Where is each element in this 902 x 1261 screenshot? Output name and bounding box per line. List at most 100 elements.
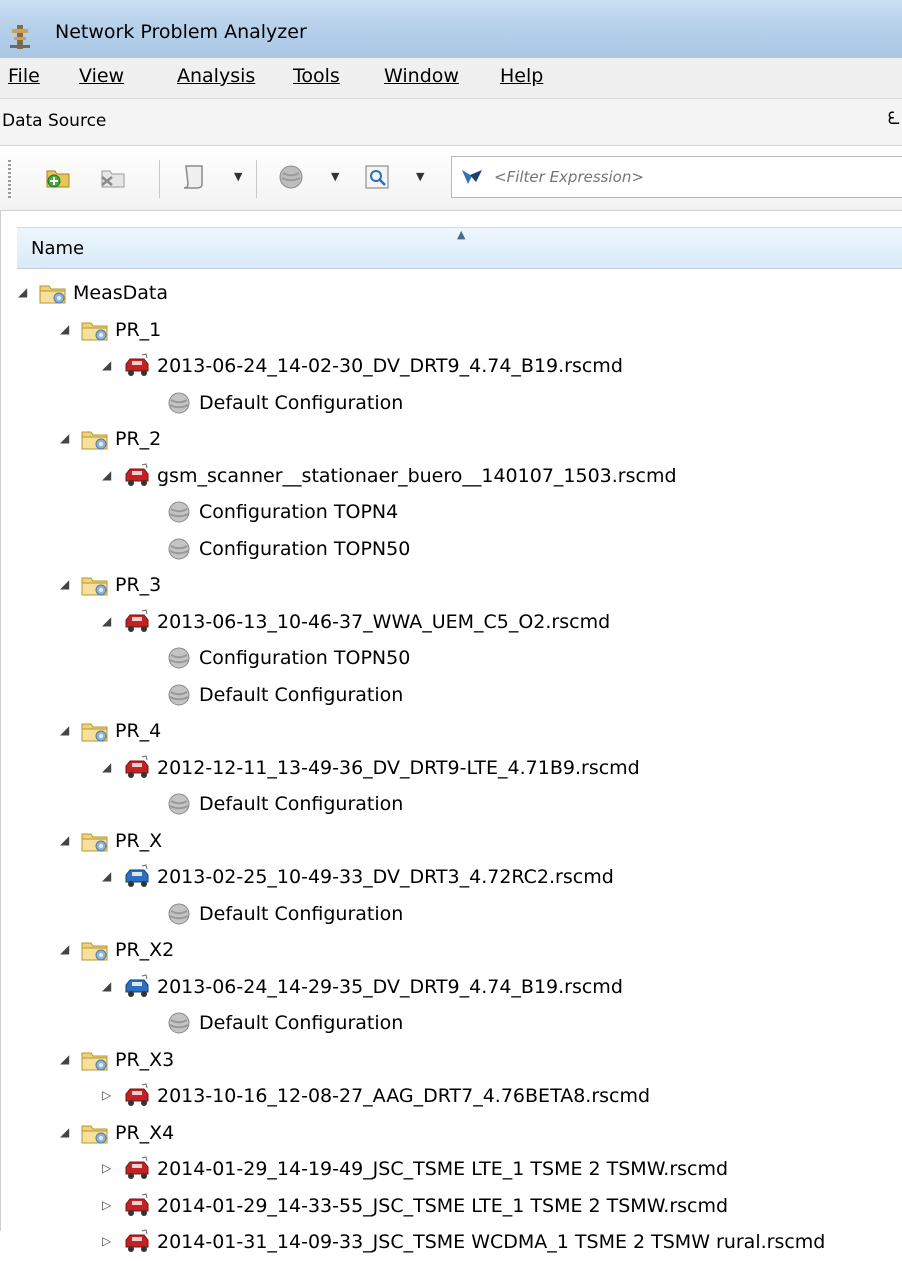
configuration-icon xyxy=(164,1010,194,1038)
tree-row[interactable]: Default Configuration xyxy=(1,386,902,422)
app-icon xyxy=(8,23,32,55)
tree-row[interactable]: ◢ 2013-06-24_14-02-30_DV_DRT9_4.74_B19.rs… xyxy=(1,349,902,385)
expand-arrow-icon[interactable]: ▷ xyxy=(102,1234,111,1248)
collapse-arrow-icon[interactable]: ◢ xyxy=(60,833,69,847)
menu-analysis[interactable]: Analysis xyxy=(177,65,255,87)
menu-help-label: Help xyxy=(500,65,544,87)
tree-row[interactable]: ◢ MeasData xyxy=(1,276,902,312)
tree-row[interactable]: ◢ PR_X xyxy=(1,824,902,860)
tree-row[interactable]: Default Configuration xyxy=(1,897,902,933)
folder-icon xyxy=(80,718,110,746)
window-title: Network Problem Analyzer xyxy=(55,21,307,43)
tree-row-label: Configuration TOPN50 xyxy=(199,537,411,560)
tree-row[interactable]: ◢ PR_3 xyxy=(1,568,902,604)
tree-row-label: 2013-02-25_10-49-33_DV_DRT3_4.72RC2.rscm… xyxy=(157,866,614,888)
tree-row-label: PR_X4 xyxy=(115,1121,175,1144)
tree-row-label: MeasData xyxy=(73,282,168,304)
tree-row-label: gsm_scanner__stationaer_buero__140107_15… xyxy=(157,464,677,487)
chevron-down-icon[interactable]: ▼ xyxy=(331,170,339,183)
tree-row-label: 2014-01-29_14-19-49_JSC_TSME LTE_1 TSME … xyxy=(157,1158,729,1180)
add-folder-icon xyxy=(46,170,70,188)
tree-row[interactable]: ▷ 2013-10-16_12-08-27_AAG_DRT7_4.76BETA8.… xyxy=(1,1079,902,1115)
expand-arrow-icon[interactable]: ▷ xyxy=(102,1088,111,1102)
tree-row[interactable]: ◢ PR_1 xyxy=(1,313,902,349)
tree-row[interactable]: Default Configuration xyxy=(1,1006,902,1042)
collapse-arrow-icon[interactable]: ◢ xyxy=(60,577,69,591)
chevron-down-icon[interactable]: ▼ xyxy=(416,170,424,183)
script-button[interactable] xyxy=(179,162,209,192)
expand-arrow-icon[interactable]: ▷ xyxy=(102,1198,111,1212)
menu-help[interactable]: Help xyxy=(500,65,543,87)
configuration-icon xyxy=(164,499,194,527)
folder-icon xyxy=(38,280,68,308)
menu-tools[interactable]: Tools xyxy=(293,65,340,87)
collapse-arrow-icon[interactable]: ◢ xyxy=(102,869,111,883)
tree-row-label: Default Configuration xyxy=(199,902,404,925)
filter-expression-field[interactable] xyxy=(451,156,902,198)
toolbar: ▼ ▼ ▼ xyxy=(0,146,902,211)
tree-row-label: Default Configuration xyxy=(199,391,404,414)
collapse-arrow-icon[interactable]: ◢ xyxy=(60,942,69,956)
collapse-arrow-icon[interactable]: ◢ xyxy=(60,431,69,445)
search-view-icon xyxy=(365,165,389,189)
tree-row[interactable]: ◢ gsm_scanner__stationaer_buero__140107_1… xyxy=(1,459,902,495)
tree-row[interactable]: ◢ PR_4 xyxy=(1,714,902,750)
menu-file[interactable]: File xyxy=(8,65,40,87)
collapse-arrow-icon[interactable]: ◢ xyxy=(60,322,69,336)
tree-row[interactable]: ◢ 2013-02-25_10-49-33_DV_DRT3_4.72RC2.rsc… xyxy=(1,860,902,896)
tree-row[interactable]: ▷ 2014-01-29_14-33-55_JSC_TSME LTE_1 TSME… xyxy=(1,1189,902,1225)
collapse-arrow-icon[interactable]: ◢ xyxy=(60,1052,69,1066)
tree-row-label: 2013-06-24_14-02-30_DV_DRT9_4.74_B19.rsc… xyxy=(157,355,623,377)
measurement-car-icon xyxy=(122,973,152,1002)
folder-icon xyxy=(80,828,110,856)
tree-row-label: 2014-01-31_14-09-33_JSC_TSME WCDMA_1 TSM… xyxy=(157,1231,826,1253)
tree-row[interactable]: ◢ 2013-06-13_10-46-37_WWA_UEM_C5_O2.rscmd xyxy=(1,605,902,641)
tree-row[interactable]: Configuration TOPN4 xyxy=(1,495,902,531)
tree-row[interactable]: ▷ 2014-01-29_14-19-49_JSC_TSME LTE_1 TSME… xyxy=(1,1152,902,1188)
menu-view[interactable]: View xyxy=(79,65,124,87)
collapse-arrow-icon[interactable]: ◢ xyxy=(102,979,111,993)
collapse-arrow-icon[interactable]: ◢ xyxy=(102,614,111,628)
add-folder-button[interactable] xyxy=(44,162,74,192)
tree-row[interactable]: ◢ PR_X2 xyxy=(1,933,902,969)
tree-row[interactable]: ◢ PR_X4 xyxy=(1,1116,902,1152)
data-source-tree: ▲ Name ◢ MeasData ◢ PR_1 ◢ 2013-06-24_14-02-3… xyxy=(0,210,902,1253)
tree-row[interactable]: Configuration TOPN50 xyxy=(1,641,902,677)
column-header-label: Name xyxy=(31,238,85,259)
filter-input[interactable] xyxy=(492,163,896,191)
collapse-arrow-icon[interactable]: ◢ xyxy=(102,468,111,482)
toolbar-grip[interactable] xyxy=(8,160,11,198)
tree-row[interactable]: ◢ PR_X3 xyxy=(1,1043,902,1079)
search-view-button[interactable] xyxy=(362,162,392,192)
configuration-icon xyxy=(279,165,303,189)
tree-row[interactable]: ◢ PR_2 xyxy=(1,422,902,458)
configuration-icon xyxy=(164,536,194,564)
dock-icon[interactable]: ᘍ xyxy=(888,109,900,129)
expand-arrow-icon[interactable]: ▷ xyxy=(102,1161,111,1175)
tree-row[interactable]: ▷ 2014-01-31_14-09-33_JSC_TSME WCDMA_1 TS… xyxy=(1,1225,902,1261)
measurement-car-icon xyxy=(122,1229,152,1257)
collapse-arrow-icon[interactable]: ◢ xyxy=(102,358,111,372)
collapse-arrow-icon[interactable]: ◢ xyxy=(60,1125,69,1139)
collapse-arrow-icon[interactable]: ◢ xyxy=(60,723,69,737)
tree-row[interactable]: ◢ 2012-12-11_13-49-36_DV_DRT9-LTE_4.71B9.… xyxy=(1,751,902,787)
tree-row[interactable]: Default Configuration xyxy=(1,678,902,714)
collapse-arrow-icon[interactable]: ◢ xyxy=(18,285,27,299)
title-bar: Network Problem Analyzer xyxy=(0,0,902,58)
tree-row[interactable]: Default Configuration xyxy=(1,787,902,823)
tree-row-label: PR_1 xyxy=(115,318,162,341)
remove-folder-button[interactable] xyxy=(97,162,127,192)
tree-row[interactable]: Configuration TOPN50 xyxy=(1,532,902,568)
collapse-arrow-icon[interactable]: ◢ xyxy=(102,760,111,774)
configuration-icon xyxy=(164,682,194,710)
chevron-down-icon[interactable]: ▼ xyxy=(234,170,242,183)
tree-row[interactable]: ◢ 2013-06-24_14-29-35_DV_DRT9_4.74_B19.rs… xyxy=(1,970,902,1006)
measurement-car-icon xyxy=(122,1156,152,1184)
menu-window[interactable]: Window xyxy=(384,65,459,87)
configuration-icon xyxy=(164,645,194,673)
column-header-name[interactable]: ▲ Name xyxy=(17,227,902,269)
tree-row-label: 2012-12-11_13-49-36_DV_DRT9-LTE_4.71B9.r… xyxy=(157,756,640,779)
configuration-button[interactable] xyxy=(276,162,306,192)
measurement-car-icon xyxy=(122,608,152,637)
tree-row-label: Configuration TOPN4 xyxy=(199,501,399,523)
